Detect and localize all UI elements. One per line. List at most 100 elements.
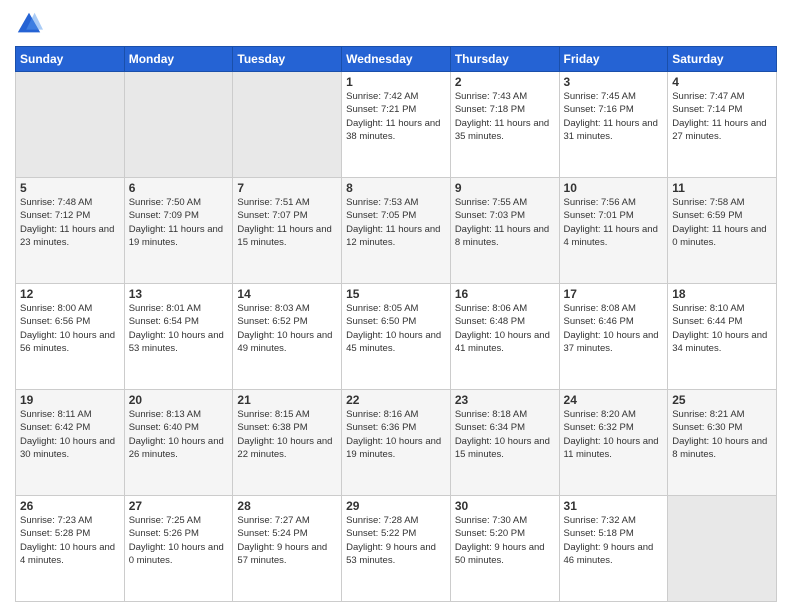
- day-cell: [233, 72, 342, 178]
- day-cell: 5Sunrise: 7:48 AMSunset: 7:12 PMDaylight…: [16, 178, 125, 284]
- weekday-header-wednesday: Wednesday: [342, 47, 451, 72]
- day-info: Sunrise: 7:58 AMSunset: 6:59 PMDaylight:…: [672, 196, 772, 249]
- day-number: 22: [346, 393, 446, 407]
- day-cell: 30Sunrise: 7:30 AMSunset: 5:20 PMDayligh…: [450, 496, 559, 602]
- day-info: Sunrise: 7:30 AMSunset: 5:20 PMDaylight:…: [455, 514, 555, 567]
- day-info: Sunrise: 8:10 AMSunset: 6:44 PMDaylight:…: [672, 302, 772, 355]
- day-number: 30: [455, 499, 555, 513]
- day-cell: 17Sunrise: 8:08 AMSunset: 6:46 PMDayligh…: [559, 284, 668, 390]
- day-info: Sunrise: 7:51 AMSunset: 7:07 PMDaylight:…: [237, 196, 337, 249]
- day-info: Sunrise: 8:16 AMSunset: 6:36 PMDaylight:…: [346, 408, 446, 461]
- day-info: Sunrise: 7:28 AMSunset: 5:22 PMDaylight:…: [346, 514, 446, 567]
- day-number: 29: [346, 499, 446, 513]
- day-cell: 2Sunrise: 7:43 AMSunset: 7:18 PMDaylight…: [450, 72, 559, 178]
- week-row-2: 5Sunrise: 7:48 AMSunset: 7:12 PMDaylight…: [16, 178, 777, 284]
- day-cell: [124, 72, 233, 178]
- day-number: 15: [346, 287, 446, 301]
- day-number: 17: [564, 287, 664, 301]
- day-cell: 7Sunrise: 7:51 AMSunset: 7:07 PMDaylight…: [233, 178, 342, 284]
- day-number: 16: [455, 287, 555, 301]
- day-cell: 27Sunrise: 7:25 AMSunset: 5:26 PMDayligh…: [124, 496, 233, 602]
- day-number: 12: [20, 287, 120, 301]
- day-number: 20: [129, 393, 229, 407]
- day-number: 14: [237, 287, 337, 301]
- day-info: Sunrise: 7:53 AMSunset: 7:05 PMDaylight:…: [346, 196, 446, 249]
- day-info: Sunrise: 8:08 AMSunset: 6:46 PMDaylight:…: [564, 302, 664, 355]
- day-number: 19: [20, 393, 120, 407]
- day-info: Sunrise: 8:00 AMSunset: 6:56 PMDaylight:…: [20, 302, 120, 355]
- day-info: Sunrise: 8:21 AMSunset: 6:30 PMDaylight:…: [672, 408, 772, 461]
- day-info: Sunrise: 7:56 AMSunset: 7:01 PMDaylight:…: [564, 196, 664, 249]
- day-cell: 28Sunrise: 7:27 AMSunset: 5:24 PMDayligh…: [233, 496, 342, 602]
- day-cell: 16Sunrise: 8:06 AMSunset: 6:48 PMDayligh…: [450, 284, 559, 390]
- day-number: 23: [455, 393, 555, 407]
- day-cell: 10Sunrise: 7:56 AMSunset: 7:01 PMDayligh…: [559, 178, 668, 284]
- day-cell: 13Sunrise: 8:01 AMSunset: 6:54 PMDayligh…: [124, 284, 233, 390]
- day-cell: 11Sunrise: 7:58 AMSunset: 6:59 PMDayligh…: [668, 178, 777, 284]
- day-number: 27: [129, 499, 229, 513]
- day-number: 7: [237, 181, 337, 195]
- day-number: 24: [564, 393, 664, 407]
- weekday-header-tuesday: Tuesday: [233, 47, 342, 72]
- day-cell: 31Sunrise: 7:32 AMSunset: 5:18 PMDayligh…: [559, 496, 668, 602]
- day-cell: 22Sunrise: 8:16 AMSunset: 6:36 PMDayligh…: [342, 390, 451, 496]
- day-number: 8: [346, 181, 446, 195]
- day-info: Sunrise: 7:48 AMSunset: 7:12 PMDaylight:…: [20, 196, 120, 249]
- day-number: 4: [672, 75, 772, 89]
- day-number: 18: [672, 287, 772, 301]
- day-cell: 20Sunrise: 8:13 AMSunset: 6:40 PMDayligh…: [124, 390, 233, 496]
- calendar-table: SundayMondayTuesdayWednesdayThursdayFrid…: [15, 46, 777, 602]
- weekday-header-row: SundayMondayTuesdayWednesdayThursdayFrid…: [16, 47, 777, 72]
- weekday-header-monday: Monday: [124, 47, 233, 72]
- day-cell: 25Sunrise: 8:21 AMSunset: 6:30 PMDayligh…: [668, 390, 777, 496]
- day-cell: 12Sunrise: 8:00 AMSunset: 6:56 PMDayligh…: [16, 284, 125, 390]
- day-cell: 6Sunrise: 7:50 AMSunset: 7:09 PMDaylight…: [124, 178, 233, 284]
- day-cell: 1Sunrise: 7:42 AMSunset: 7:21 PMDaylight…: [342, 72, 451, 178]
- day-cell: 9Sunrise: 7:55 AMSunset: 7:03 PMDaylight…: [450, 178, 559, 284]
- logo: [15, 10, 47, 38]
- day-info: Sunrise: 7:25 AMSunset: 5:26 PMDaylight:…: [129, 514, 229, 567]
- day-number: 1: [346, 75, 446, 89]
- day-cell: 15Sunrise: 8:05 AMSunset: 6:50 PMDayligh…: [342, 284, 451, 390]
- day-info: Sunrise: 8:03 AMSunset: 6:52 PMDaylight:…: [237, 302, 337, 355]
- day-cell: [668, 496, 777, 602]
- day-number: 3: [564, 75, 664, 89]
- day-info: Sunrise: 7:32 AMSunset: 5:18 PMDaylight:…: [564, 514, 664, 567]
- weekday-header-thursday: Thursday: [450, 47, 559, 72]
- day-cell: 4Sunrise: 7:47 AMSunset: 7:14 PMDaylight…: [668, 72, 777, 178]
- week-row-5: 26Sunrise: 7:23 AMSunset: 5:28 PMDayligh…: [16, 496, 777, 602]
- day-cell: 8Sunrise: 7:53 AMSunset: 7:05 PMDaylight…: [342, 178, 451, 284]
- day-cell: 14Sunrise: 8:03 AMSunset: 6:52 PMDayligh…: [233, 284, 342, 390]
- day-info: Sunrise: 7:27 AMSunset: 5:24 PMDaylight:…: [237, 514, 337, 567]
- day-number: 10: [564, 181, 664, 195]
- page-header: [15, 10, 777, 38]
- day-info: Sunrise: 8:18 AMSunset: 6:34 PMDaylight:…: [455, 408, 555, 461]
- day-cell: 24Sunrise: 8:20 AMSunset: 6:32 PMDayligh…: [559, 390, 668, 496]
- day-info: Sunrise: 8:06 AMSunset: 6:48 PMDaylight:…: [455, 302, 555, 355]
- day-info: Sunrise: 7:47 AMSunset: 7:14 PMDaylight:…: [672, 90, 772, 143]
- day-info: Sunrise: 8:15 AMSunset: 6:38 PMDaylight:…: [237, 408, 337, 461]
- day-cell: 3Sunrise: 7:45 AMSunset: 7:16 PMDaylight…: [559, 72, 668, 178]
- day-number: 2: [455, 75, 555, 89]
- day-info: Sunrise: 8:20 AMSunset: 6:32 PMDaylight:…: [564, 408, 664, 461]
- day-info: Sunrise: 7:45 AMSunset: 7:16 PMDaylight:…: [564, 90, 664, 143]
- day-info: Sunrise: 7:43 AMSunset: 7:18 PMDaylight:…: [455, 90, 555, 143]
- day-info: Sunrise: 7:23 AMSunset: 5:28 PMDaylight:…: [20, 514, 120, 567]
- day-number: 31: [564, 499, 664, 513]
- day-cell: 21Sunrise: 8:15 AMSunset: 6:38 PMDayligh…: [233, 390, 342, 496]
- weekday-header-saturday: Saturday: [668, 47, 777, 72]
- day-cell: 19Sunrise: 8:11 AMSunset: 6:42 PMDayligh…: [16, 390, 125, 496]
- day-number: 11: [672, 181, 772, 195]
- day-cell: 18Sunrise: 8:10 AMSunset: 6:44 PMDayligh…: [668, 284, 777, 390]
- day-number: 26: [20, 499, 120, 513]
- weekday-header-friday: Friday: [559, 47, 668, 72]
- day-info: Sunrise: 7:42 AMSunset: 7:21 PMDaylight:…: [346, 90, 446, 143]
- day-number: 6: [129, 181, 229, 195]
- day-info: Sunrise: 8:01 AMSunset: 6:54 PMDaylight:…: [129, 302, 229, 355]
- day-number: 28: [237, 499, 337, 513]
- day-info: Sunrise: 8:11 AMSunset: 6:42 PMDaylight:…: [20, 408, 120, 461]
- day-number: 9: [455, 181, 555, 195]
- day-info: Sunrise: 8:13 AMSunset: 6:40 PMDaylight:…: [129, 408, 229, 461]
- day-number: 5: [20, 181, 120, 195]
- day-info: Sunrise: 8:05 AMSunset: 6:50 PMDaylight:…: [346, 302, 446, 355]
